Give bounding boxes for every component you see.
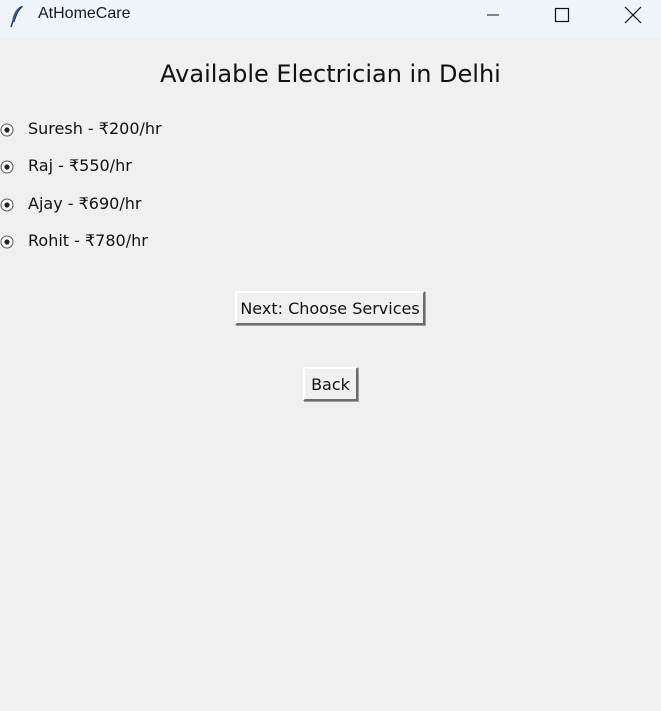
radio-button[interactable]: [0, 197, 14, 212]
back-button[interactable]: Back: [303, 367, 358, 401]
option-label: Rohit - ₹780/hr: [28, 231, 148, 250]
page-title: Available Electrician in Delhi: [160, 60, 501, 88]
title-bar: AtHomeCare: [0, 0, 661, 38]
radio-button[interactable]: [0, 122, 14, 137]
close-icon: [624, 6, 642, 24]
radio-button[interactable]: [0, 234, 14, 249]
option-label: Suresh - ₹200/hr: [28, 119, 162, 138]
option-label: Ajay - ₹690/hr: [28, 194, 142, 213]
window-title: AtHomeCare: [38, 5, 131, 22]
feather-icon: [8, 4, 26, 28]
radio-button[interactable]: [0, 159, 14, 174]
maximize-icon: [554, 7, 570, 23]
minimize-button[interactable]: [470, 0, 516, 30]
next-choose-services-button[interactable]: Next: Choose Services: [235, 291, 425, 325]
maximize-button[interactable]: [539, 0, 585, 30]
option-label: Raj - ₹550/hr: [28, 156, 132, 175]
close-button[interactable]: [610, 0, 656, 30]
minimize-icon: [485, 7, 501, 23]
